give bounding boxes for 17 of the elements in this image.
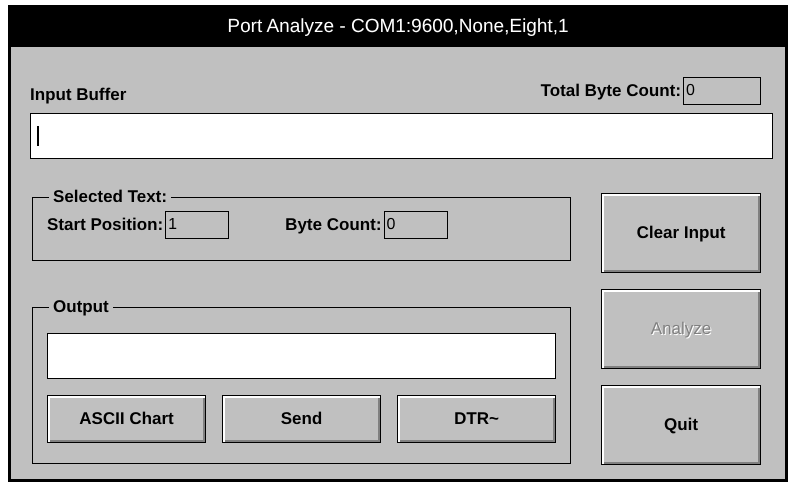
field-label: Start Position: (47, 215, 164, 235)
group-label: Output (52, 299, 110, 315)
input-buffer-label: Input Buffer (30, 85, 126, 105)
input-buffer-field[interactable] (30, 113, 773, 159)
value-field[interactable]: 0 (384, 211, 448, 239)
group-label: Selected Text: (52, 189, 168, 205)
field-label: Byte Count: (285, 215, 382, 235)
push-button[interactable]: Clear Input (601, 193, 761, 273)
output-field[interactable] (47, 333, 556, 379)
push-button[interactable]: Send (222, 395, 381, 443)
total-byte-count-field[interactable]: 0 (683, 77, 761, 105)
value-field[interactable]: 1 (165, 211, 230, 239)
push-button[interactable]: Quit (601, 385, 761, 465)
total-byte-count-label: Total Byte Count: (540, 81, 681, 101)
window-title: Port Analyze - COM1:9600,None,Eight,1 (11, 8, 785, 47)
push-button[interactable]: DTR~ (397, 395, 556, 443)
push-button[interactable]: ASCII Chart (47, 395, 206, 443)
